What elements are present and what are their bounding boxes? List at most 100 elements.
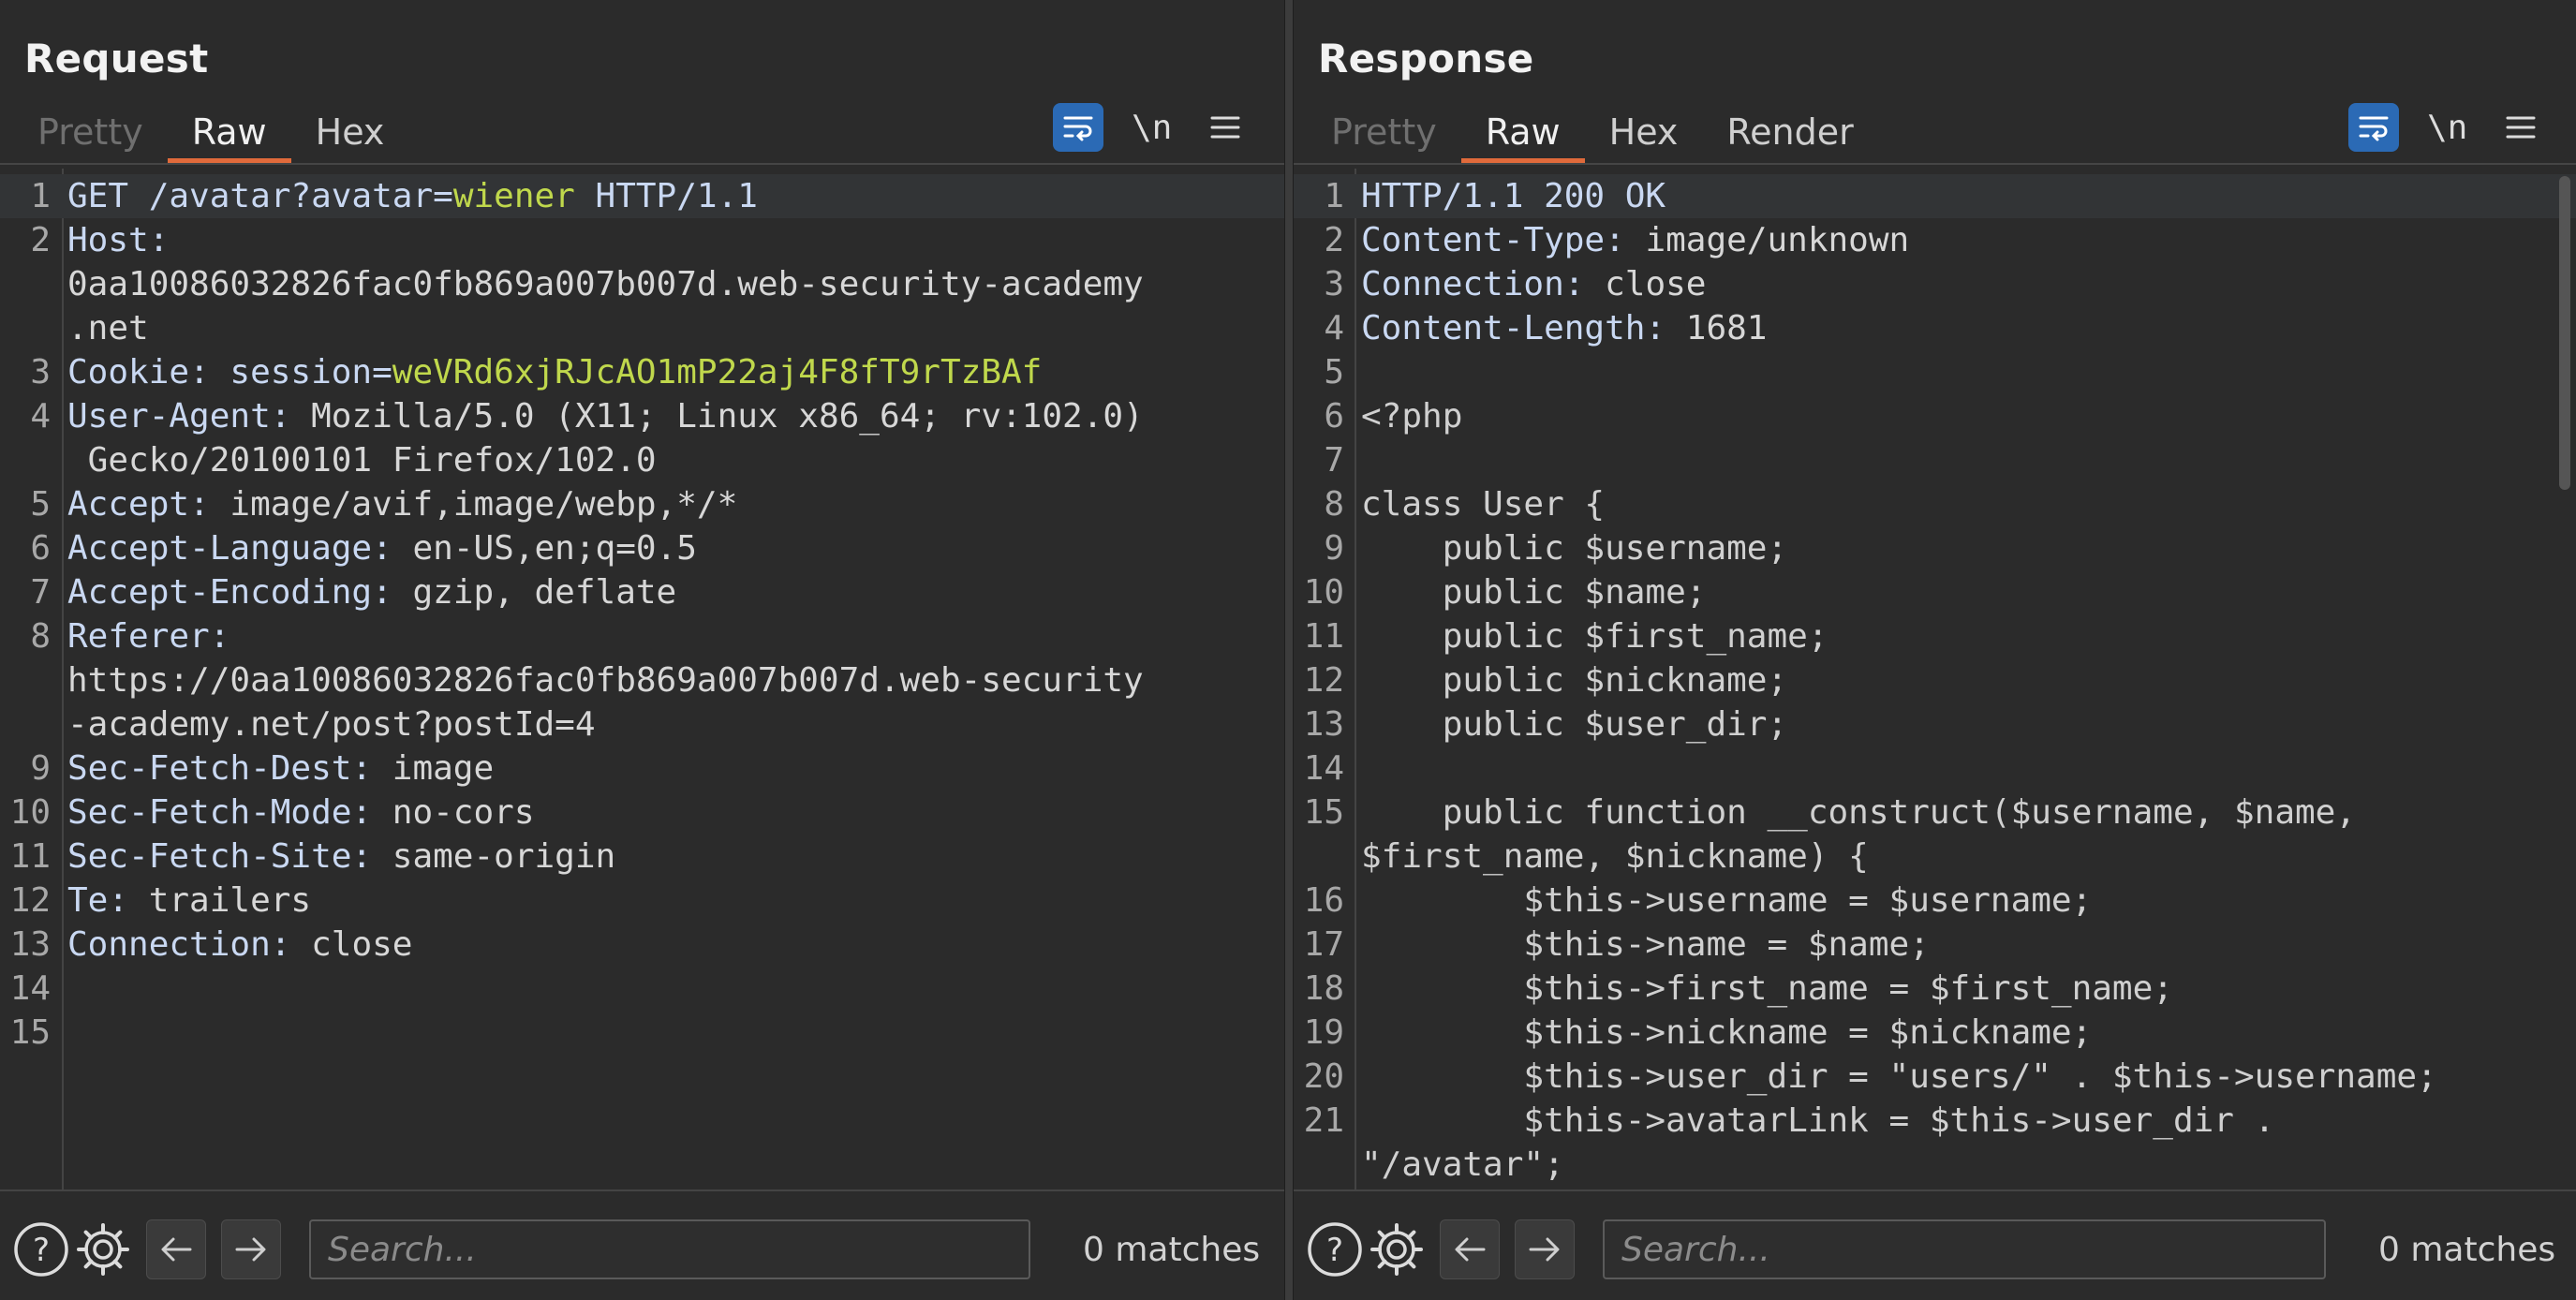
settings-gear-icon[interactable] <box>1367 1219 1427 1279</box>
token: $first_name, $nickname) { <box>1361 837 1869 876</box>
code-line: https://0aa10086032826fac0fb869a007b007d… <box>0 658 1284 702</box>
line-number: 3 <box>1324 265 1344 303</box>
token: Mozilla/5.0 (X11; Linux x86_64; rv:102.0… <box>311 397 1144 436</box>
code-line: 8 Referer: <box>0 614 1284 658</box>
token: Accept: <box>67 485 230 524</box>
code-line: 20 $this->user_dir = "users/" . $this->u… <box>1294 1055 2576 1099</box>
token: image <box>392 749 495 788</box>
token: <?php <box>1361 397 1463 436</box>
wrap-lines-icon[interactable] <box>1053 103 1103 152</box>
token: public function __construct($username, $… <box>1361 793 2357 832</box>
line-number: 11 <box>9 837 51 876</box>
code-line: 2 Content-Type: image/unknown <box>1294 218 2576 262</box>
token: Connection: <box>1361 265 1606 303</box>
code-line: "/avatar"; <box>1294 1143 2576 1187</box>
token: $this->username = $username; <box>1361 881 2093 920</box>
line-text: public $nickname; <box>1361 658 1787 702</box>
line-number: 14 <box>1303 749 1344 788</box>
line-text: Sec-Fetch-Site: same-origin <box>67 835 615 879</box>
tab-hex[interactable]: Hex <box>291 105 409 163</box>
line-number: 1 <box>1324 177 1344 215</box>
code-line: 19 $this->nickname = $nickname; <box>1294 1011 2576 1055</box>
token: Te: <box>67 881 149 920</box>
line-text: Content-Type: image/unknown <box>1361 218 1909 262</box>
line-number: 5 <box>1324 353 1344 391</box>
tab-pretty[interactable]: Pretty <box>13 105 168 163</box>
code-line: 7 <box>1294 438 2576 482</box>
line-text: public $username; <box>1361 526 1787 570</box>
line-text: .net <box>67 306 149 350</box>
token: image/avif,image/webp,*/* <box>229 485 738 524</box>
line-number: 8 <box>30 617 51 656</box>
request-title: Request <box>24 36 209 81</box>
token: same-origin <box>392 837 616 876</box>
line-number: 8 <box>1324 485 1344 524</box>
show-newlines-button[interactable]: \n <box>1132 109 1172 147</box>
next-match-button[interactable] <box>1515 1219 1575 1279</box>
settings-gear-icon[interactable] <box>73 1219 133 1279</box>
code-line: 17 $this->name = $name; <box>1294 923 2576 967</box>
tab-pretty[interactable]: Pretty <box>1307 105 1461 163</box>
line-text: Connection: close <box>67 923 412 967</box>
menu-icon[interactable] <box>1200 103 1251 152</box>
menu-icon[interactable] <box>2495 103 2546 152</box>
request-editor[interactable]: 1 GET /avatar?avatar=wiener HTTP/1.1 2 Host… <box>0 169 1284 1189</box>
token: $this->first_name = $first_name; <box>1361 969 2173 1008</box>
line-text: "/avatar"; <box>1361 1143 1564 1187</box>
help-icon[interactable]: ? <box>1305 1219 1365 1279</box>
code-line: 10 Sec-Fetch-Mode: no-cors <box>0 790 1284 835</box>
request-editor-toolbar: \n <box>1053 103 1251 152</box>
line-number: 6 <box>1324 397 1344 436</box>
line-number: 18 <box>1303 969 1344 1008</box>
request-search-input[interactable] <box>309 1219 1030 1279</box>
show-newlines-button[interactable]: \n <box>2427 109 2467 147</box>
response-editor[interactable]: 1 HTTP/1.1 200 OK 2 Content-Type: image/unk… <box>1294 169 2576 1189</box>
code-line: $first_name, $nickname) { <box>1294 835 2576 879</box>
wrap-lines-icon[interactable] <box>2348 103 2399 152</box>
code-line: 15 public function __construct($username… <box>1294 790 2576 835</box>
token: https://0aa10086032826fac0fb869a007b007d… <box>67 661 1144 700</box>
line-number: 11 <box>1303 617 1344 656</box>
line-text: Connection: close <box>1361 262 1706 306</box>
line-number: 12 <box>1303 661 1344 700</box>
token: $this->avatarLink = $this->user_dir . <box>1361 1101 2275 1140</box>
tab-render[interactable]: Render <box>1702 105 1877 163</box>
code-line: 5 <box>1294 350 2576 394</box>
line-text: Accept-Language: en-US,en;q=0.5 <box>67 526 697 570</box>
token: public $name; <box>1361 573 1707 612</box>
vertical-scrollbar[interactable] <box>2559 176 2570 490</box>
token: Referer: <box>67 617 230 656</box>
code-line: 13 Connection: close <box>0 923 1284 967</box>
response-title: Response <box>1318 36 1534 81</box>
tab-raw[interactable]: Raw <box>167 105 291 163</box>
code-line: 14 <box>1294 746 2576 790</box>
token: GET /avatar?avatar= <box>67 177 453 215</box>
response-search-input[interactable] <box>1603 1219 2326 1279</box>
line-number: 1 <box>30 177 51 215</box>
line-number: 2 <box>1324 221 1344 259</box>
line-number: 7 <box>1324 441 1344 480</box>
token: weVRd6xjRJcAO1mP22aj4F8fT9rTzBAf <box>392 353 1043 391</box>
previous-match-button[interactable] <box>146 1219 206 1279</box>
response-pane: Response Pretty Raw Hex Render \n 1 HTTP/… <box>1294 0 2576 1300</box>
line-text: Host: <box>67 218 169 262</box>
pane-splitter[interactable] <box>1284 0 1294 1300</box>
next-match-button[interactable] <box>221 1219 281 1279</box>
code-line: 14 <box>0 967 1284 1011</box>
token: HTTP/1.1 <box>574 177 758 215</box>
code-line: 2 Host: <box>0 218 1284 262</box>
tabs-divider <box>0 163 1284 165</box>
line-number: 7 <box>30 573 51 612</box>
help-icon[interactable]: ? <box>11 1219 71 1279</box>
token: en-US,en;q=0.5 <box>412 529 697 568</box>
line-number: 5 <box>30 485 51 524</box>
line-text: class User { <box>1361 482 1605 526</box>
response-editor-toolbar: \n <box>2348 103 2546 152</box>
code-line: 9 public $username; <box>1294 526 2576 570</box>
previous-match-button[interactable] <box>1440 1219 1500 1279</box>
token: Accept-Encoding: <box>67 573 413 612</box>
line-text: Sec-Fetch-Dest: image <box>67 746 494 790</box>
tab-hex[interactable]: Hex <box>1585 105 1703 163</box>
tab-raw[interactable]: Raw <box>1460 105 1585 163</box>
request-lines: 1 GET /avatar?avatar=wiener HTTP/1.1 2 Host… <box>0 174 1284 1055</box>
